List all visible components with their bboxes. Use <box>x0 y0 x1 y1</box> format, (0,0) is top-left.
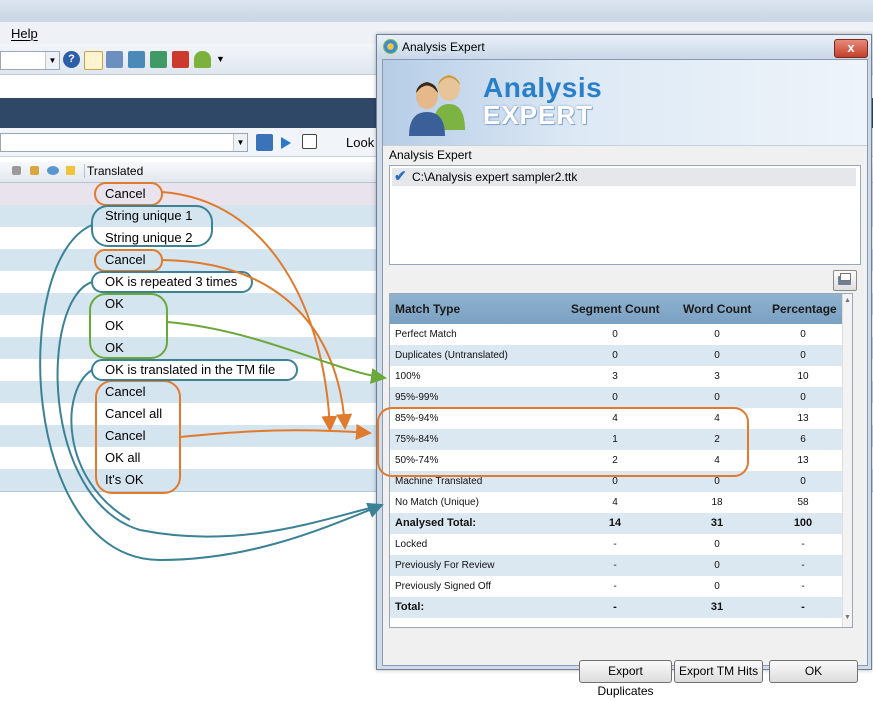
annotation-cancel-1 <box>94 182 163 206</box>
annotation-ok-repeated <box>91 271 253 293</box>
arrow-unique-to-nomatch <box>39 224 384 562</box>
annotation-string-unique <box>91 205 213 247</box>
annotation-cancel-2 <box>94 249 163 272</box>
arrow-tm-to-nomatch <box>70 369 131 521</box>
arrow-cancel-to-fuzzy <box>161 191 338 432</box>
annotation-ok-tm <box>91 359 298 381</box>
annotation-overlay <box>39 182 749 562</box>
annotation-ok-group <box>89 293 168 359</box>
arrow-group-to-fuzzy <box>179 424 372 440</box>
arrow-ok-to-100 <box>166 321 387 384</box>
arrow-repeated-to-nomatch <box>56 281 383 538</box>
annotation-fuzzy-rows <box>377 407 749 477</box>
annotation-group-cancel <box>95 380 181 494</box>
